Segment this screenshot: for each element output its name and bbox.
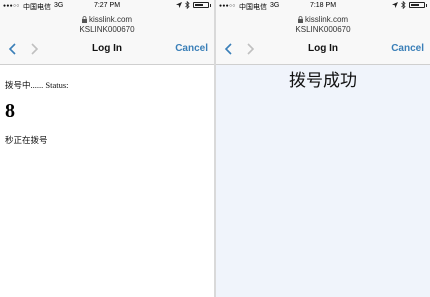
dial-success-message: 拨号成功 bbox=[289, 71, 357, 91]
ssid-text: KSLINK000670 bbox=[79, 25, 135, 34]
cancel-button[interactable]: Cancel bbox=[391, 43, 424, 54]
url-text: kisslink.com bbox=[304, 15, 349, 24]
battery-icon bbox=[409, 2, 425, 8]
url-bar[interactable]: kisslink.com bbox=[0, 15, 214, 24]
lock-icon bbox=[297, 16, 303, 23]
browser-header: ●●●○○ 中国电信 3G 7:18 PM kisslink.com KSLIN… bbox=[216, 0, 430, 65]
url-text: kisslink.com bbox=[88, 15, 133, 24]
dialing-seconds-text: 秒正在拨号 bbox=[5, 135, 48, 145]
right-screen: ●●●○○ 中国电信 3G 7:18 PM kisslink.com KSLIN… bbox=[216, 0, 430, 297]
status-bar: ●●●○○ 中国电信 3G 7:18 PM bbox=[216, 0, 430, 12]
ssid-text: KSLINK000670 bbox=[295, 25, 351, 34]
location-arrow-icon bbox=[392, 2, 398, 8]
browser-header: ●●●○○ 中国电信 3G 7:27 PM kisslink.com KSLIN… bbox=[0, 0, 214, 65]
left-screen: ●●●○○ 中国电信 3G 7:27 PM kisslink.com KSLIN… bbox=[0, 0, 214, 297]
status-bar: ●●●○○ 中国电信 3G 7:27 PM bbox=[0, 0, 214, 12]
status-icons bbox=[392, 1, 427, 9]
bluetooth-icon bbox=[185, 1, 190, 9]
battery-icon bbox=[193, 2, 209, 8]
countdown-number: 8 bbox=[5, 100, 15, 122]
url-bar[interactable]: kisslink.com bbox=[216, 15, 430, 24]
bluetooth-icon bbox=[401, 1, 406, 9]
dialing-status-text: 拨号中...... Status: bbox=[5, 80, 69, 90]
status-icons bbox=[176, 1, 211, 9]
cancel-button[interactable]: Cancel bbox=[175, 43, 208, 54]
location-arrow-icon bbox=[176, 2, 182, 8]
lock-icon bbox=[81, 16, 87, 23]
